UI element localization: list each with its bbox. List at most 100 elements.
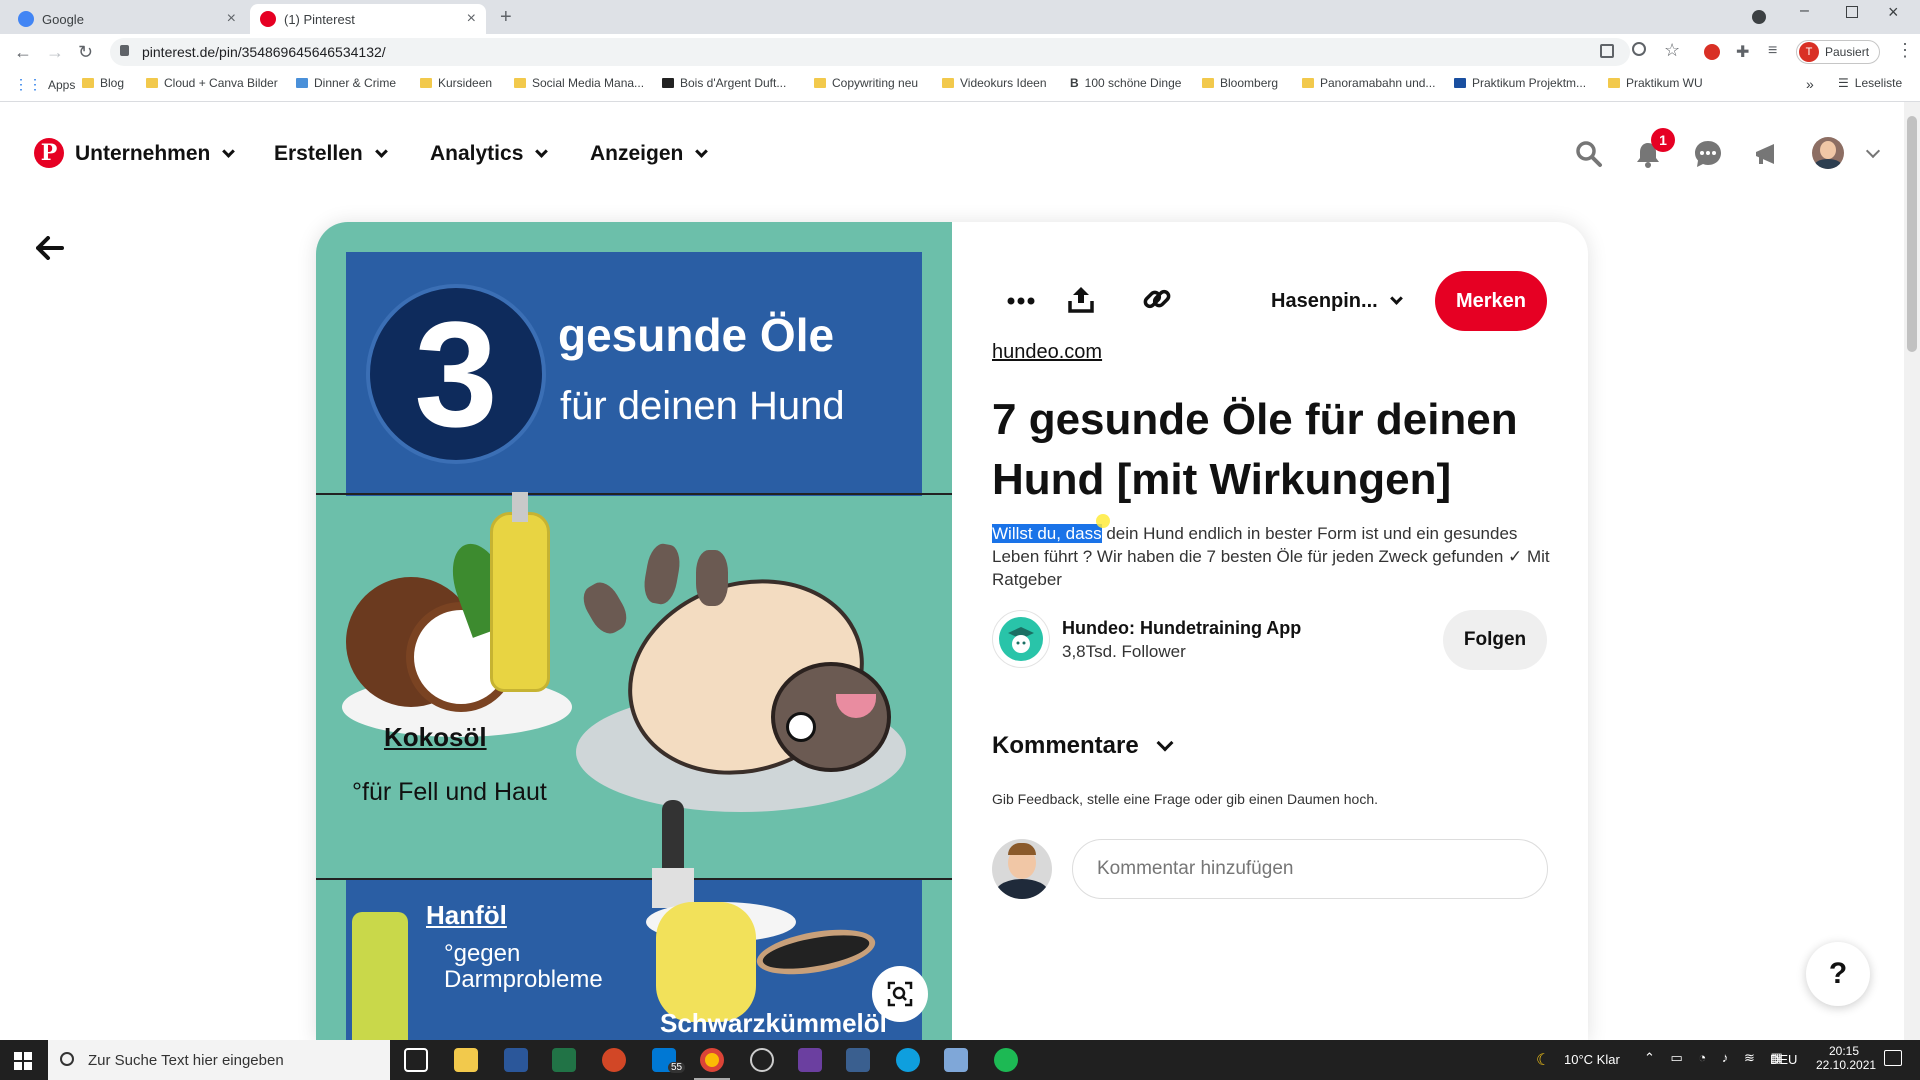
image-oil1-benefit: °für Fell und Haut [352, 778, 547, 806]
bookmark-item[interactable]: Copywriting neu [814, 76, 918, 90]
nav-unternehmen[interactable]: Unternehmen [75, 142, 236, 166]
pinterest-logo-icon[interactable]: P [34, 138, 64, 168]
reading-list[interactable]: ☰ Leseliste [1838, 76, 1902, 90]
media-list-icon[interactable]: ≡ [1768, 42, 1777, 60]
chevron-down-icon [695, 144, 709, 158]
tab-google[interactable]: Google × [8, 4, 246, 34]
nav-erstellen[interactable]: Erstellen [274, 142, 388, 166]
close-window-icon[interactable]: × [1888, 2, 1899, 23]
nav-analytics[interactable]: Analytics [430, 142, 549, 166]
commenter-avatar [992, 839, 1052, 899]
hemp-oil-bottle [352, 912, 408, 1042]
bookmark-item[interactable]: Kursideen [420, 76, 492, 90]
bookmark-item[interactable]: Praktikum Projektm... [1454, 76, 1586, 90]
help-button[interactable]: ? [1806, 942, 1870, 1006]
task-view-icon[interactable] [404, 1048, 428, 1072]
language-indicator[interactable]: DEU [1770, 1052, 1797, 1067]
app-icon[interactable] [944, 1048, 968, 1072]
scrollbar-thumb[interactable] [1907, 116, 1917, 352]
save-button[interactable]: Merken [1435, 271, 1547, 331]
word-icon[interactable] [504, 1048, 528, 1072]
source-link[interactable]: hundeo.com [992, 341, 1102, 364]
creator-avatar[interactable] [992, 610, 1050, 668]
folder-icon [146, 78, 158, 88]
close-tab-icon[interactable]: × [467, 10, 476, 28]
bookmark-item[interactable]: Blog [82, 76, 124, 90]
install-icon[interactable] [1600, 44, 1614, 58]
taskbar-search-input[interactable]: Zur Suche Text hier eingeben [48, 1040, 390, 1080]
more-options-icon[interactable] [1000, 280, 1042, 322]
bookmark-item[interactable]: Dinner & Crime [296, 76, 396, 90]
bookmark-item[interactable]: Praktikum WU [1608, 76, 1703, 90]
oil-bottle-cap [512, 492, 528, 522]
lens-search-icon [887, 981, 913, 1007]
search-icon[interactable] [1572, 137, 1606, 171]
bookmark-star-icon[interactable]: ☆ [1664, 40, 1680, 61]
tab-pinterest[interactable]: (1) Pinterest × [250, 4, 486, 34]
bookmark-item[interactable]: Panoramabahn und... [1302, 76, 1435, 90]
profile-button[interactable]: T Pausiert [1796, 40, 1880, 64]
pug-paw [641, 541, 683, 607]
comment-input[interactable]: Kommentar hinzufügen [1072, 839, 1548, 899]
weather-text[interactable]: 10°C Klar [1564, 1052, 1620, 1067]
minimize-icon[interactable]: – [1800, 2, 1809, 20]
maximize-icon[interactable] [1846, 6, 1858, 18]
bookmark-item[interactable]: Bois d'Argent Duft... [662, 76, 786, 90]
app-icon[interactable] [798, 1048, 822, 1072]
notification-badge: 1 [1651, 128, 1675, 152]
share-upload-icon[interactable] [1060, 278, 1102, 320]
close-tab-icon[interactable]: × [227, 10, 236, 28]
bookmark-item[interactable]: B 100 schöne Dinge [1070, 76, 1181, 90]
bookmark-item[interactable]: Cloud + Canva Bilder [146, 76, 278, 90]
comments-toggle[interactable]: Kommentare [992, 732, 1174, 760]
account-chevron-down-icon[interactable] [1865, 143, 1881, 159]
image-oil3-name: Schwarzkümmelöl [660, 1008, 887, 1038]
spotify-icon[interactable] [994, 1048, 1018, 1072]
zoom-icon[interactable] [1632, 42, 1646, 56]
folder-icon [942, 78, 954, 88]
tab-search-icon[interactable] [1752, 10, 1766, 24]
bookmark-item[interactable]: Social Media Mana... [514, 76, 644, 90]
back-arrow-icon[interactable]: ← [14, 42, 32, 63]
pin-image[interactable]: 3 gesunde Öle für deinen Hund Kokosöl °f… [316, 222, 952, 1042]
extensions-puzzle-icon[interactable]: ✚ [1736, 42, 1749, 62]
windows-start-icon[interactable] [14, 1052, 32, 1075]
powerpoint-icon[interactable] [602, 1048, 626, 1072]
megaphone-icon[interactable] [1750, 137, 1784, 171]
board-select[interactable]: Hasenpin... [1271, 290, 1403, 313]
reload-icon[interactable]: ↻ [78, 42, 93, 63]
chrome-menu-icon[interactable]: ⋮ [1896, 40, 1914, 61]
extension-abp-icon[interactable] [1704, 44, 1720, 60]
chevron-down-icon [222, 144, 236, 158]
back-arrow-icon[interactable] [36, 236, 64, 265]
notification-center-icon[interactable] [1884, 1050, 1902, 1066]
copy-link-icon[interactable] [1136, 278, 1178, 320]
bookmark-apps[interactable]: ⋮⋮ Apps [14, 76, 75, 93]
creator-name[interactable]: Hundeo: Hundetraining App [1062, 618, 1301, 639]
site-icon: B [1070, 76, 1079, 90]
bookmark-item[interactable]: Bloomberg [1202, 76, 1278, 90]
user-avatar[interactable] [1812, 137, 1844, 169]
visual-search-button[interactable] [872, 966, 928, 1022]
nav-anzeigen[interactable]: Anzeigen [590, 142, 709, 166]
image-oil2-benefit-line1: °gegen [444, 940, 521, 967]
edge-icon[interactable] [896, 1048, 920, 1072]
folder-icon [1202, 78, 1214, 88]
follow-button[interactable]: Folgen [1443, 610, 1547, 670]
clock[interactable]: 20:15 22.10.2021 [1816, 1044, 1876, 1072]
app-icon[interactable] [846, 1048, 870, 1072]
bookmarks-overflow[interactable]: » [1806, 76, 1814, 92]
chrome-icon[interactable] [700, 1048, 724, 1072]
obs-icon[interactable] [750, 1048, 774, 1072]
messages-icon[interactable] [1691, 137, 1725, 171]
image-number: 3 [366, 284, 546, 464]
pinterest-favicon-icon [260, 11, 276, 27]
folder-icon [814, 78, 826, 88]
file-explorer-icon[interactable] [454, 1048, 478, 1072]
forward-arrow-icon[interactable]: → [46, 42, 64, 63]
bookmark-item[interactable]: Videokurs Ideen [942, 76, 1047, 90]
excel-icon[interactable] [552, 1048, 576, 1072]
url-text: pinterest.de/pin/354869645646534132/ [142, 44, 386, 60]
tray-icons[interactable]: ⌃ ▭ ◔ ♪ ≋ ▦ [1644, 1050, 1789, 1066]
new-tab-button[interactable]: + [500, 6, 512, 29]
